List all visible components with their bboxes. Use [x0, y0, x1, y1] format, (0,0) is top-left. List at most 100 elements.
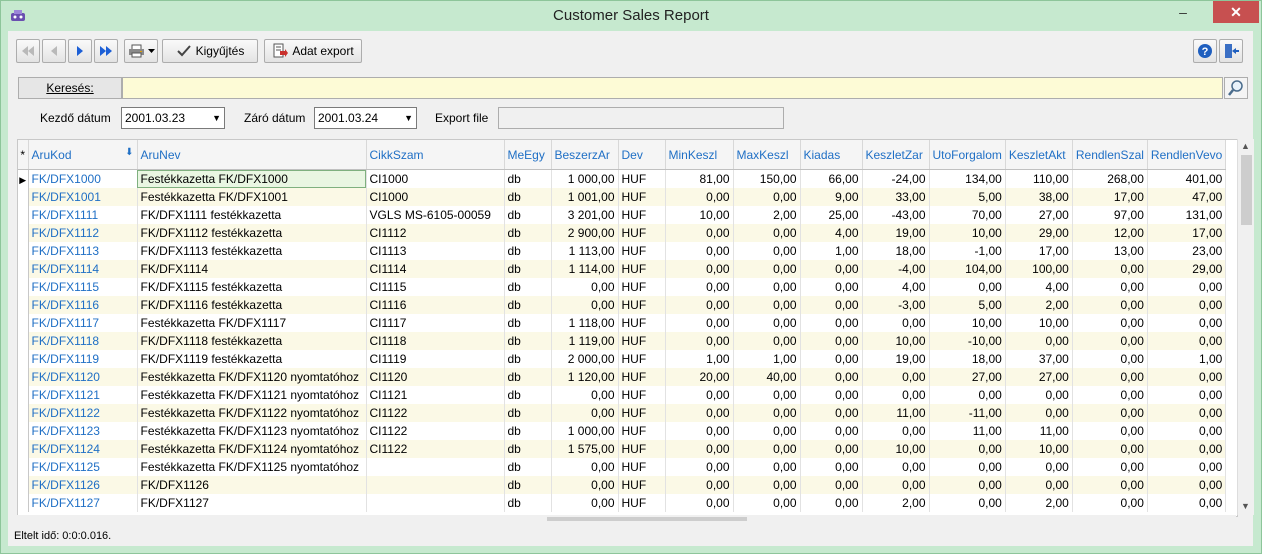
cell-arunev[interactable]: FK/DFX1112 festékkazetta — [137, 224, 367, 242]
column-header-dev[interactable]: Dev — [618, 140, 666, 170]
cell-rendlenszal[interactable]: 0,00 — [1072, 332, 1148, 350]
table-row[interactable]: FK/DFX1114 FK/DFX1114 CI1114 db 1 114,00 HUF 0… — [18, 260, 1227, 278]
cell-rendlenszal[interactable]: 0,00 — [1072, 314, 1148, 332]
cell-arunev[interactable]: Festékkazetta FK/DFX1001 — [137, 188, 367, 206]
cell-rendlenvevo[interactable]: 0,00 — [1147, 494, 1227, 512]
table-row[interactable]: ▶ FK/DFX1000 Festékkazetta FK/DFX1000 CI100… — [18, 169, 1227, 188]
cell-keszletakt[interactable]: 37,00 — [1005, 350, 1073, 368]
cell-cikkszam[interactable]: CI1112 — [366, 224, 505, 242]
cell-dev[interactable]: HUF — [618, 386, 666, 404]
cell-rendlenszal[interactable]: 0,00 — [1072, 368, 1148, 386]
cell-kiadas[interactable]: 9,00 — [800, 188, 863, 206]
cell-meegy[interactable]: db — [504, 224, 552, 242]
column-header-arukod[interactable]: AruKod ⬇ — [28, 140, 138, 170]
table-row[interactable]: FK/DFX1120 Festékkazetta FK/DFX1120 nyomt… — [18, 368, 1227, 386]
cell-utoforgalom[interactable]: 11,00 — [929, 422, 1006, 440]
cell-minkeszl[interactable]: 0,00 — [665, 260, 734, 278]
cell-arukod[interactable]: FK/DFX1114 — [28, 260, 138, 278]
cell-maxkeszl[interactable]: 0,00 — [733, 458, 801, 476]
cell-kiadas[interactable]: 0,00 — [800, 476, 863, 494]
cell-minkeszl[interactable]: 0,00 — [665, 332, 734, 350]
cell-dev[interactable]: HUF — [618, 350, 666, 368]
row-indicator[interactable] — [18, 242, 29, 260]
cell-minkeszl[interactable]: 0,00 — [665, 404, 734, 422]
cell-dev[interactable]: HUF — [618, 242, 666, 260]
cell-arukod[interactable]: FK/DFX1113 — [28, 242, 138, 260]
row-indicator[interactable] — [18, 440, 29, 458]
cell-beszerzar[interactable]: 1 118,00 — [551, 314, 619, 332]
cell-minkeszl[interactable]: 0,00 — [665, 278, 734, 296]
cell-keszletakt[interactable]: 0,00 — [1005, 386, 1073, 404]
cell-beszerzar[interactable]: 0,00 — [551, 386, 619, 404]
cell-rendlenszal[interactable]: 268,00 — [1072, 169, 1148, 188]
cell-minkeszl[interactable]: 0,00 — [665, 296, 734, 314]
cell-dev[interactable]: HUF — [618, 224, 666, 242]
cell-kiadas[interactable]: 4,00 — [800, 224, 863, 242]
export-file-input[interactable] — [498, 107, 784, 129]
start-date-picker[interactable]: 2001.03.23 ▼ — [121, 107, 225, 129]
cell-dev[interactable]: HUF — [618, 332, 666, 350]
cell-utoforgalom[interactable]: 0,00 — [929, 458, 1006, 476]
cell-utoforgalom[interactable]: -1,00 — [929, 242, 1006, 260]
cell-rendlenvevo[interactable]: 23,00 — [1147, 242, 1227, 260]
row-indicator[interactable] — [18, 476, 29, 494]
cell-dev[interactable]: HUF — [618, 206, 666, 224]
cell-cikkszam[interactable]: CI1114 — [366, 260, 505, 278]
cell-dev[interactable]: HUF — [618, 494, 666, 512]
cell-keszletakt[interactable]: 27,00 — [1005, 206, 1073, 224]
horizontal-scrollbar[interactable] — [17, 515, 1236, 523]
cell-rendlenvevo[interactable]: 0,00 — [1147, 386, 1227, 404]
cell-keszletakt[interactable]: 10,00 — [1005, 314, 1073, 332]
cell-kiadas[interactable]: 0,00 — [800, 278, 863, 296]
cell-arunev[interactable]: FK/DFX1111 festékkazetta — [137, 206, 367, 224]
cell-arunev[interactable]: Festékkazetta FK/DFX1123 nyomtatóhoz — [137, 422, 367, 440]
cell-arunev[interactable]: FK/DFX1127 — [137, 494, 367, 512]
cell-meegy[interactable]: db — [504, 458, 552, 476]
row-indicator[interactable] — [18, 188, 29, 206]
cell-cikkszam[interactable]: CI1121 — [366, 386, 505, 404]
cell-meegy[interactable]: db — [504, 386, 552, 404]
cell-kiadas[interactable]: 0,00 — [800, 350, 863, 368]
row-indicator[interactable] — [18, 494, 29, 512]
cell-arukod[interactable]: FK/DFX1111 — [28, 206, 138, 224]
cell-kiadas[interactable]: 0,00 — [800, 386, 863, 404]
cell-beszerzar[interactable]: 0,00 — [551, 296, 619, 314]
cell-utoforgalom[interactable]: 5,00 — [929, 296, 1006, 314]
cell-arunev[interactable]: FK/DFX1118 festékkazetta — [137, 332, 367, 350]
cell-arukod[interactable]: FK/DFX1125 — [28, 458, 138, 476]
cell-minkeszl[interactable]: 0,00 — [665, 224, 734, 242]
cell-meegy[interactable]: db — [504, 494, 552, 512]
row-indicator[interactable] — [18, 368, 29, 386]
cell-utoforgalom[interactable]: 0,00 — [929, 476, 1006, 494]
cell-rendlenszal[interactable]: 0,00 — [1072, 476, 1148, 494]
table-row[interactable]: FK/DFX1112 FK/DFX1112 festékkazetta CI1112… — [18, 224, 1227, 242]
cell-arukod[interactable]: FK/DFX1121 — [28, 386, 138, 404]
cell-cikkszam[interactable] — [366, 494, 505, 512]
cell-rendlenvevo[interactable]: 401,00 — [1147, 169, 1227, 188]
cell-cikkszam[interactable]: VGLS MS-6105-00059 — [366, 206, 505, 224]
cell-keszletakt[interactable]: 0,00 — [1005, 332, 1073, 350]
cell-utoforgalom[interactable]: 5,00 — [929, 188, 1006, 206]
cell-rendlenszal[interactable]: 0,00 — [1072, 404, 1148, 422]
cell-arunev[interactable]: FK/DFX1113 festékkazetta — [137, 242, 367, 260]
cell-beszerzar[interactable]: 1 119,00 — [551, 332, 619, 350]
cell-maxkeszl[interactable]: 0,00 — [733, 260, 801, 278]
cell-meegy[interactable]: db — [504, 260, 552, 278]
cell-meegy[interactable]: db — [504, 206, 552, 224]
cell-keszletzar[interactable]: 19,00 — [862, 224, 930, 242]
kigyujtes-button[interactable]: Kigyűjtés — [162, 39, 258, 63]
cell-arukod[interactable]: FK/DFX1117 — [28, 314, 138, 332]
cell-dev[interactable]: HUF — [618, 476, 666, 494]
cell-minkeszl[interactable]: 0,00 — [665, 458, 734, 476]
cell-minkeszl[interactable]: 1,00 — [665, 350, 734, 368]
cell-utoforgalom[interactable]: 10,00 — [929, 314, 1006, 332]
cell-rendlenvevo[interactable]: 0,00 — [1147, 458, 1227, 476]
table-row[interactable]: FK/DFX1116 FK/DFX1116 festékkazetta CI1116… — [18, 296, 1227, 314]
cell-dev[interactable]: HUF — [618, 278, 666, 296]
cell-rendlenvevo[interactable]: 131,00 — [1147, 206, 1227, 224]
table-row[interactable]: FK/DFX1123 Festékkazetta FK/DFX1123 nyomt… — [18, 422, 1227, 440]
cell-kiadas[interactable]: 0,00 — [800, 458, 863, 476]
cell-utoforgalom[interactable]: -11,00 — [929, 404, 1006, 422]
cell-keszletzar[interactable]: 0,00 — [862, 368, 930, 386]
cell-keszletakt[interactable]: 27,00 — [1005, 368, 1073, 386]
